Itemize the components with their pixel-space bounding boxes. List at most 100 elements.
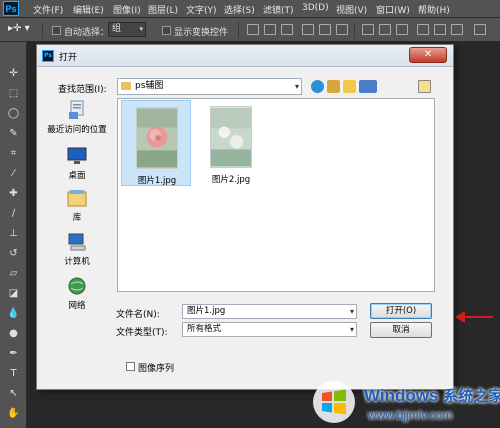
auto-select-value: 组	[112, 24, 122, 34]
file-item[interactable]: 图片1.jpg	[121, 100, 191, 186]
desktop-icon	[67, 147, 87, 164]
new-folder-icon[interactable]	[343, 80, 356, 93]
look-in-value: ps辅图	[135, 81, 164, 91]
distribute-bottom-icon[interactable]	[396, 24, 408, 35]
menu-help[interactable]: 帮助(H)	[418, 3, 450, 16]
pen-tool-icon[interactable]: ✒	[5, 346, 22, 362]
blur-tool-icon[interactable]: 💧	[5, 306, 22, 322]
chevron-down-icon: ▾	[139, 25, 143, 33]
recent-places-icon	[69, 100, 84, 119]
look-in-dropdown[interactable]: ps辅图 ▾	[117, 78, 302, 95]
menu-3d[interactable]: 3D(D)	[302, 3, 329, 13]
move-tool-preset-icon[interactable]: ▸✛ ▾	[8, 23, 34, 37]
chevron-down-icon: ▾	[349, 307, 354, 316]
dialog-title: 打开	[59, 53, 78, 63]
menu-type[interactable]: 文字(Y)	[186, 3, 217, 16]
lasso-tool-icon[interactable]: ◯	[5, 106, 22, 122]
up-folder-icon[interactable]	[327, 80, 340, 93]
file-name-input[interactable]: 图片1.jpg ▾	[182, 304, 357, 319]
chevron-down-icon: ▾	[349, 325, 354, 334]
path-select-icon[interactable]: ↖	[5, 386, 22, 402]
computer-icon	[68, 233, 86, 251]
place-computer[interactable]: 计算机	[42, 230, 112, 272]
chevron-down-icon: ▾	[294, 82, 299, 91]
place-network[interactable]: 网络	[42, 274, 112, 316]
close-icon: ✕	[423, 49, 433, 60]
menu-edit[interactable]: 编辑(E)	[73, 3, 104, 16]
distribute-right-icon[interactable]	[451, 24, 463, 35]
marquee-tool-icon[interactable]: ⬚	[5, 86, 22, 102]
move-tool-icon[interactable]: ✛	[5, 66, 22, 82]
paint-bucket-icon[interactable]: ◪	[5, 286, 22, 302]
image-sequence-label: 图像序列	[138, 364, 175, 374]
watermark-url: www.bjjmlv.com	[368, 408, 453, 422]
separator	[354, 22, 355, 38]
align-vcenter-icon[interactable]	[264, 24, 276, 35]
align-right-icon[interactable]	[336, 24, 348, 35]
show-transform-checkbox[interactable]	[162, 26, 171, 35]
quick-select-tool-icon[interactable]: ✎	[5, 126, 22, 142]
look-in-label: 查找范围(I):	[58, 85, 107, 95]
auto-align-icon[interactable]	[474, 24, 486, 35]
photoshop-logo: Ps	[3, 1, 19, 16]
file-item[interactable]: 图片2.jpg	[196, 100, 266, 186]
menu-filter[interactable]: 滤镜(T)	[263, 3, 294, 16]
menu-image[interactable]: 图像(I)	[113, 3, 141, 16]
place-libraries[interactable]: 库	[42, 186, 112, 228]
brush-tool-icon[interactable]: ∕	[5, 206, 22, 222]
auto-select-checkbox[interactable]	[52, 26, 61, 35]
distribute-left-icon[interactable]	[417, 24, 429, 35]
preview-icon[interactable]	[418, 80, 431, 93]
menu-select[interactable]: 选择(S)	[224, 3, 255, 16]
distribute-top-icon[interactable]	[362, 24, 374, 35]
file-type-value: 所有格式	[187, 324, 222, 334]
file-name: 图片1.jpg	[137, 176, 177, 186]
back-icon[interactable]	[311, 80, 324, 93]
menu-view[interactable]: 视图(V)	[336, 3, 367, 16]
type-tool-icon[interactable]: T	[5, 366, 22, 382]
place-label: 网络	[68, 301, 86, 311]
place-label: 最近访问的位置	[47, 125, 107, 135]
file-list: 图片1.jpg 图片2.jpg	[117, 98, 435, 292]
close-button[interactable]: ✕	[409, 47, 447, 63]
file-type-dropdown[interactable]: 所有格式 ▾	[182, 322, 357, 337]
healing-brush-icon[interactable]: ✚	[5, 186, 22, 202]
auto-select-label: 自动选择：	[64, 28, 110, 38]
dialog-titlebar[interactable]: Ps 打开 ✕	[37, 45, 453, 67]
red-arrow-annotation	[455, 311, 493, 323]
image-thumbnail	[210, 106, 252, 168]
menu-layer[interactable]: 图层(L)	[148, 3, 178, 16]
image-sequence-checkbox[interactable]	[126, 362, 135, 371]
auto-select-dropdown[interactable]: 组 ▾	[108, 22, 146, 37]
clone-stamp-icon[interactable]: ⊥	[5, 226, 22, 242]
dodge-tool-icon[interactable]: ●	[5, 326, 22, 342]
align-hcenter-icon[interactable]	[319, 24, 331, 35]
eyedropper-tool-icon[interactable]: ⁄	[5, 166, 22, 182]
open-button[interactable]: 打开(O)	[370, 303, 432, 319]
menu-window[interactable]: 窗口(W)	[376, 3, 410, 16]
file-type-label: 文件类型(T):	[116, 328, 168, 338]
place-label: 库	[72, 213, 82, 223]
menu-bar: Ps 文件(F) 编辑(E) 图像(I) 图层(L) 文字(Y) 选择(S) 滤…	[0, 0, 500, 18]
watermark: Windows 系统之家 www.bjjmlv.com	[302, 376, 500, 428]
photoshop-icon: Ps	[42, 50, 54, 62]
open-dialog: Ps 打开 ✕ 查找范围(I): ps辅图 ▾ 最近访问的位置 桌面 库 计算机…	[36, 44, 454, 390]
eraser-tool-icon[interactable]: ▱	[5, 266, 22, 282]
cancel-button[interactable]: 取消	[370, 322, 432, 338]
align-bottom-icon[interactable]	[281, 24, 293, 35]
file-name-label: 文件名(N):	[116, 310, 160, 320]
place-recent[interactable]: 最近访问的位置	[42, 98, 112, 140]
align-left-icon[interactable]	[302, 24, 314, 35]
crop-tool-icon[interactable]: ⌗	[5, 146, 22, 162]
network-icon	[68, 277, 86, 295]
hand-tool-icon[interactable]: ✋	[5, 406, 22, 422]
menu-file[interactable]: 文件(F)	[33, 3, 63, 16]
history-brush-icon[interactable]: ↺	[5, 246, 22, 262]
distribute-hcenter-icon[interactable]	[434, 24, 446, 35]
place-desktop[interactable]: 桌面	[42, 144, 112, 186]
distribute-vcenter-icon[interactable]	[379, 24, 391, 35]
image-thumbnail	[136, 107, 178, 169]
align-top-icon[interactable]	[247, 24, 259, 35]
view-menu-icon[interactable]	[359, 80, 377, 93]
file-name-value: 图片1.jpg	[187, 306, 226, 316]
